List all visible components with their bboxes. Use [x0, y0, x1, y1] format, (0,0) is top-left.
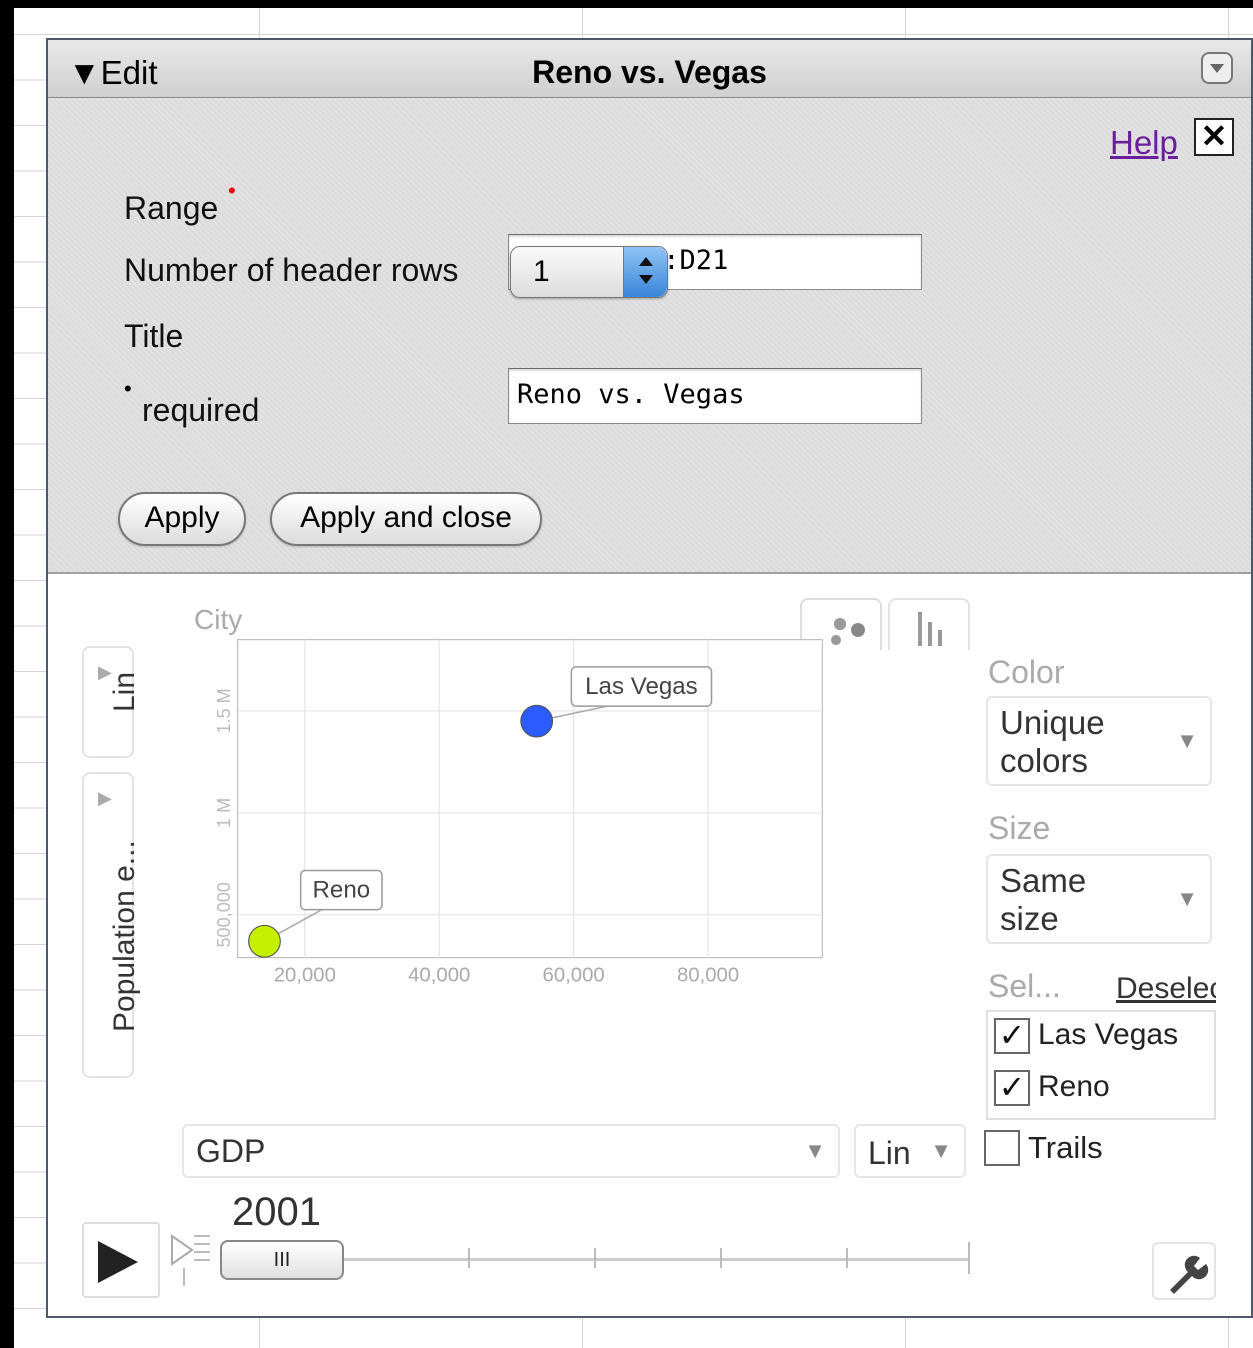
entity-select-list: ✓ Las Vegas ✓ Reno [986, 1010, 1216, 1120]
size-value: Same size [1000, 862, 1087, 937]
motion-chart: City ▶ Lin ▶ Population e... 20,000 40,00… [48, 574, 1251, 1318]
slider-tick [720, 1248, 722, 1268]
color-select[interactable]: Unique colors ▼ [986, 696, 1212, 786]
size-label: Size [988, 810, 1051, 846]
chart-gadget: ▼Edit Reno vs. Vegas Help ✕ Range • Shee… [46, 38, 1253, 1318]
slider-tick [846, 1248, 848, 1268]
bubble-las-vegas[interactable] [520, 704, 554, 738]
slider-tick [468, 1248, 470, 1268]
deselect-link[interactable]: Deselect [1116, 972, 1216, 1006]
chevron-down-icon: ▼ [930, 1138, 952, 1163]
chevron-down-icon: ▼ [1176, 886, 1198, 911]
color-label: Color [988, 654, 1065, 690]
y-axis-arrow-icon: ▶ [98, 788, 112, 808]
x-scale-value: Lin [868, 1135, 911, 1171]
checkbox-reno[interactable]: ✓ [994, 1070, 1030, 1106]
required-star: • [228, 178, 236, 203]
title-label: Title [124, 318, 184, 354]
header-rows-label: Number of header rows [124, 252, 459, 288]
y-axis-select[interactable]: ▶ Population e... [82, 772, 141, 1078]
trails-label: Trails [1028, 1130, 1103, 1165]
play-button[interactable] [82, 1222, 160, 1298]
header-rows-value: 1 [533, 255, 550, 288]
settings-wrench-button[interactable] [1152, 1242, 1216, 1300]
scatter-plot: 20,000 40,000 60,000 80,000 500,000 1 M 1.5 M L… [214, 639, 823, 987]
bubble-label: Reno [313, 877, 371, 904]
bubble-label: Las Vegas [585, 673, 698, 700]
required-note: required [142, 392, 260, 428]
slider-tick [594, 1248, 596, 1268]
color-value: Unique colors [1000, 704, 1105, 779]
bubble-reno[interactable] [248, 924, 281, 958]
y-axis-value: Population e... [108, 840, 141, 1032]
help-link[interactable]: Help [1110, 124, 1178, 162]
chevron-down-icon: ▼ [804, 1138, 826, 1163]
gadget-title: Reno vs. Vegas [532, 54, 767, 90]
x-axis-value: GDP [196, 1133, 266, 1169]
year-label: 2001 [232, 1190, 321, 1234]
entity-label-las-vegas: Las Vegas [1038, 1018, 1179, 1051]
y-scale-value: Lin [108, 671, 141, 712]
x-axis-select[interactable]: GDP ▼ [182, 1124, 840, 1178]
entity-label-reno: Reno [1038, 1070, 1110, 1103]
y-tick-label: 1.5 M [214, 688, 234, 733]
gadget-title-bar: ▼Edit Reno vs. Vegas [48, 40, 1251, 98]
range-label: Range [124, 190, 219, 226]
checkbox-las-vegas[interactable]: ✓ [994, 1018, 1030, 1054]
select-label: Sel... [988, 968, 1061, 1004]
edit-panel: Help ✕ Range • Sheet1!A9:D21 Number of h… [48, 98, 1251, 574]
chevron-down-icon: ▼ [1176, 728, 1198, 753]
y-tick-label: 500,000 [214, 882, 234, 947]
title-input[interactable]: Reno vs. Vegas [508, 368, 922, 424]
wrench-icon [1170, 1255, 1209, 1294]
y-scale-select[interactable]: ▶ Lin [82, 646, 141, 758]
time-slider-handle[interactable]: III [220, 1240, 344, 1280]
x-tick-label: 60,000 [543, 965, 605, 987]
stepper-arrows-icon[interactable] [623, 247, 667, 297]
trails-checkbox[interactable] [984, 1130, 1020, 1166]
header-rows-stepper[interactable]: 1 [510, 246, 668, 298]
apply-and-close-button[interactable]: Apply and close [270, 492, 542, 546]
required-note-marker: • [124, 376, 132, 401]
x-tick-label: 40,000 [408, 965, 470, 987]
x-tick-label: 20,000 [274, 965, 336, 987]
size-select[interactable]: Same size ▼ [986, 854, 1212, 944]
apply-button[interactable]: Apply [118, 492, 246, 546]
x-tick-label: 80,000 [677, 965, 739, 987]
gadget-menu-icon[interactable] [1201, 52, 1233, 84]
slider-tick [968, 1242, 970, 1274]
y-tick-label: 1 M [214, 798, 234, 828]
speed-control-icon[interactable] [170, 1230, 210, 1286]
x-scale-select[interactable]: Lin ▼ [854, 1124, 966, 1178]
close-icon[interactable]: ✕ [1194, 118, 1234, 156]
